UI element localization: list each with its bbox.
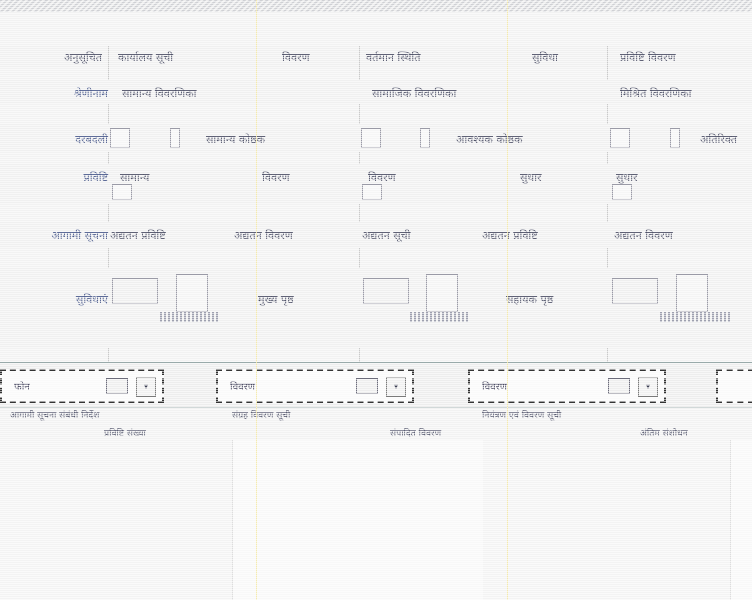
row-2-label: दरबदली <box>75 133 108 146</box>
top-tab-6[interactable]: प्रविष्टि विवरण <box>620 50 740 65</box>
row-2-cell-2[interactable]: आवश्यक कोष्ठक <box>456 132 596 147</box>
row-4-cell-1b[interactable]: अद्यतन विवरण <box>234 228 344 243</box>
row-2-spinner-3[interactable] <box>670 128 680 148</box>
row-5: सुविधाएं मुख्य पृष्ठ सहायक पृष्ठ <box>0 268 752 348</box>
lower-right-column <box>730 440 752 600</box>
top-tab-3[interactable]: विवरण <box>282 50 352 65</box>
bottom-tab-3-chevron-down-icon[interactable]: ▾ <box>638 377 658 397</box>
meta-mid: संपादित विवरण <box>390 429 442 439</box>
preview-3-thumb <box>676 274 708 312</box>
bottom-tab-3-select[interactable] <box>608 378 630 394</box>
preview-1-thumb <box>176 274 208 312</box>
accent-guide-1 <box>256 0 257 600</box>
row-4-cell-1a[interactable]: अद्यतन प्रविष्टि <box>110 228 170 243</box>
row-5-label: सुविधाएं <box>75 293 108 306</box>
row-1-cell-3[interactable]: मिश्रित विवरणिका <box>620 86 750 101</box>
info-right: नियंत्रण एवं विवरण सूची <box>482 411 562 421</box>
row-1: श्रेणीनाम सामान्य विवरणिका सामाजिक विवरण… <box>0 80 752 104</box>
preview-3-image <box>612 278 658 304</box>
row-3-checkbox-1[interactable] <box>112 184 132 200</box>
row-4-label: आगामी सूचना <box>51 229 108 242</box>
meta-left: प्रविष्टि संख्या <box>104 429 146 439</box>
row-2-cell-3[interactable]: अतिरिक्त <box>700 132 750 147</box>
top-tab-strip: अनुसूचित कार्यालय सूची विवरण वर्तमान स्थ… <box>0 46 752 68</box>
preview-1-label: मुख्य पृष्ठ <box>258 293 294 306</box>
row-1-label: श्रेणीनाम <box>73 87 108 100</box>
preview-3-hatch <box>660 312 730 322</box>
row-1-cell-1[interactable]: सामान्य विवरणिका <box>122 86 342 101</box>
bottom-tab-2-select[interactable] <box>356 378 378 394</box>
top-tab-4[interactable]: वर्तमान स्थिति <box>366 50 476 65</box>
preview-1-image <box>112 278 158 304</box>
bottom-tab-2-chevron-down-icon[interactable]: ▾ <box>386 377 406 397</box>
meta-right: अंतिम संशोधन <box>640 429 688 439</box>
bottom-tab-1-select[interactable] <box>106 378 128 394</box>
bottom-tab-1-label: फोन <box>14 382 30 393</box>
bottom-tab-1[interactable]: फोन ▾ <box>0 369 164 403</box>
bottom-tab-2[interactable]: विवरण ▾ <box>216 369 414 403</box>
row-3-label: प्रविष्टि <box>83 171 109 184</box>
row-4-cell-3[interactable]: अद्यतन विवरण <box>614 228 694 243</box>
row-1-cell-2[interactable]: सामाजिक विवरणिका <box>372 86 592 101</box>
row-3: प्रविष्टि सामान्य विवरण विवरण सुधार सुधा… <box>0 164 752 204</box>
top-tab-5[interactable]: सुविधा <box>532 50 602 65</box>
preview-2-thumb <box>426 274 458 312</box>
info-row: आगामी सूचना संबंधी निर्देश संग्रह विवरण … <box>0 406 752 424</box>
row-3-checkbox-2[interactable] <box>362 184 382 200</box>
row-4: आगामी सूचना अद्यतन प्रविष्टि अद्यतन विवर… <box>0 222 752 248</box>
row-2-toggle-2[interactable] <box>361 128 381 148</box>
preview-2-hatch <box>410 312 470 322</box>
accent-guide-2 <box>507 0 508 600</box>
row-2-cell-1[interactable]: सामान्य कोष्ठक <box>206 132 346 147</box>
bottom-tab-1-chevron-down-icon[interactable]: ▾ <box>136 377 156 397</box>
preview-2-image <box>363 278 409 304</box>
row-2-spinner-1[interactable] <box>170 128 180 148</box>
row-3-cell-2b[interactable]: सुधार <box>520 170 600 185</box>
top-tab-1[interactable]: अनुसूचित <box>16 50 102 65</box>
bottom-tab-overflow[interactable] <box>716 369 752 403</box>
row-3-checkbox-3[interactable] <box>612 184 632 200</box>
row-2-toggle-3[interactable] <box>610 128 630 148</box>
top-tab-2[interactable]: कार्यालय सूची <box>118 50 208 65</box>
bottom-tab-3-label: विवरण <box>482 382 508 393</box>
preview-2-label: सहायक पृष्ठ <box>506 293 554 306</box>
row-3-cell-2[interactable]: विवरण <box>368 170 458 185</box>
bottom-tab-2-label: विवरण <box>230 382 256 393</box>
row-2-toggle-1[interactable] <box>110 128 130 148</box>
row-3-cell-3[interactable]: सुधार <box>616 170 696 185</box>
preview-1-hatch <box>160 312 220 322</box>
row-4-cell-2a[interactable]: अद्यतन सूची <box>362 228 422 243</box>
info-left: आगामी सूचना संबंधी निर्देश <box>10 411 100 421</box>
row-3-cell-1b[interactable]: विवरण <box>262 170 342 185</box>
bottom-tab-strip: फोन ▾ विवरण ▾ विवरण ▾ <box>0 362 752 408</box>
bottom-tab-3[interactable]: विवरण ▾ <box>468 369 666 403</box>
row-2: दरबदली सामान्य कोष्ठक आवश्यक कोष्ठक अतिर… <box>0 124 752 152</box>
info-mid: संग्रह विवरण सूची <box>232 411 291 421</box>
row-4-cell-2b[interactable]: अद्यतन प्रविष्टि <box>482 228 602 243</box>
row-2-spinner-2[interactable] <box>420 128 430 148</box>
top-hatch-bar <box>0 0 752 12</box>
lower-center-column <box>232 440 483 600</box>
row-3-cell-1[interactable]: सामान्य <box>120 170 210 185</box>
